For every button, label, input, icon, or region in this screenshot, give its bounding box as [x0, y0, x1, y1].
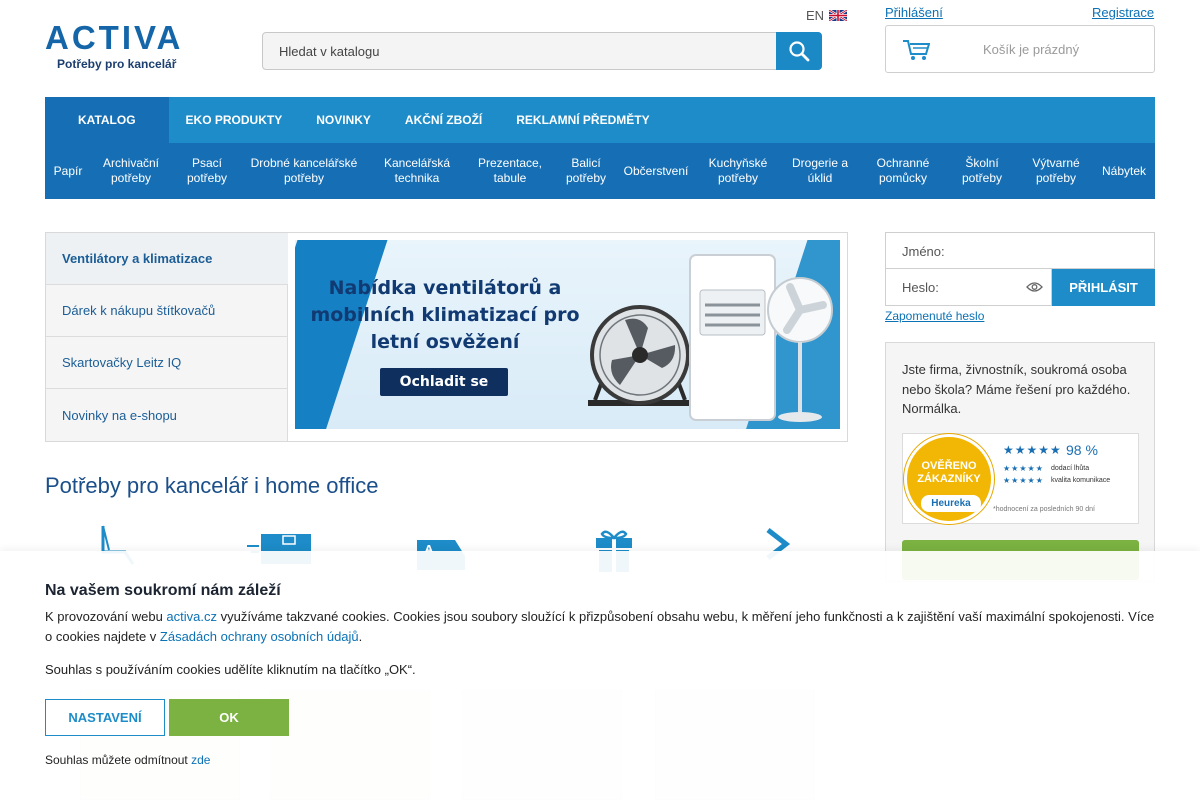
rating-label: kvalita komunikace [1051, 477, 1111, 484]
promo-item[interactable]: Novinky na e-shopu [46, 389, 288, 441]
login-form: Jméno: Heslo: PŘIHLÁSIT [885, 232, 1155, 306]
category-drobne-kancelarske-potreby[interactable]: Drobné kancelářské potřeby [244, 143, 364, 199]
login-submit-button[interactable]: PŘIHLÁSIT [1052, 269, 1155, 306]
banner-cta-button[interactable]: Ochladit se [380, 368, 508, 396]
fan-image [588, 305, 692, 406]
info-text: Jste firma, živnostník, soukromá osoba n… [902, 362, 1131, 416]
nav-reklamni-predmety[interactable]: REKLAMNÍ PŘEDMĚTY [499, 97, 666, 143]
nav-akcni-zbozi[interactable]: AKČNÍ ZBOŽÍ [388, 97, 499, 143]
search-input[interactable] [263, 33, 777, 69]
category-archivacni-potreby[interactable]: Archivační potřeby [96, 143, 166, 199]
seal-brand: Heureka [921, 495, 981, 512]
category-ochranne-pomucky[interactable]: Ochranné pomůcky [868, 143, 938, 199]
privacy-policy-link[interactable]: Zásadách ochrany osobních údajů [160, 629, 359, 644]
top-nav: KATALOG EKO PRODUKTY NOVINKY AKČNÍ ZBOŽÍ… [45, 97, 667, 143]
cookie-text-part: K provozování webu [45, 609, 167, 624]
username-field[interactable]: Jméno: [885, 232, 1155, 269]
promo-item[interactable]: Ventilátory a klimatizace [46, 233, 288, 285]
category-skolni-potreby[interactable]: Školní potřeby [957, 143, 1007, 199]
cart-status: Košík je prázdný [983, 42, 1080, 57]
nav-novinky[interactable]: NOVINKY [299, 97, 388, 143]
rating-stars-small: ★★★★★ [1003, 476, 1044, 485]
language-label: EN [806, 8, 825, 23]
rating-stars: ★★★★★ [1003, 443, 1062, 457]
promo-banner[interactable]: Nabídka ventilátorů a mobilních klimatiz… [295, 240, 840, 429]
cookie-decline-label: Souhlas můžete odmítnout [45, 753, 192, 767]
cookie-decline-link[interactable]: zde [191, 753, 210, 767]
language-switcher[interactable]: EN [806, 8, 848, 23]
banner-title: Nabídka ventilátorů a mobilních klimatiz… [310, 277, 580, 353]
nav-katalog[interactable]: KATALOG [45, 97, 169, 143]
category-nabytek[interactable]: Nábytek [1102, 143, 1146, 199]
activa-link[interactable]: activa.cz [166, 609, 217, 624]
username-input[interactable] [886, 233, 1154, 268]
category-prezentace-tabule[interactable]: Prezentace, tabule [473, 143, 548, 199]
heureka-badge[interactable]: OVĚŘENO ZÁKAZNÍKY Heureka ★★★★★ 98 % ★★★… [902, 433, 1139, 524]
logo[interactable]: ACTIVA Potřeby pro kancelář [45, 20, 195, 76]
cookie-consent-text: Souhlas s používáním cookies udělíte kli… [45, 662, 416, 677]
uk-flag-icon [829, 10, 848, 21]
heureka-seal: OVĚŘENO ZÁKAZNÍKY Heureka [904, 434, 994, 524]
logo-tagline: Potřeby pro kancelář [57, 57, 177, 71]
category-balici-potreby[interactable]: Balicí potřeby [561, 143, 611, 199]
standing-fan-image [767, 277, 833, 422]
nav-eko-produkty[interactable]: EKO PRODUKTY [169, 97, 300, 143]
category-psaci-potreby[interactable]: Psací potřeby [182, 143, 232, 199]
category-kancelarska-technika[interactable]: Kancelářská technika [377, 143, 457, 199]
rating-stars-small: ★★★★★ [1003, 464, 1044, 473]
page-heading: Potřeby pro kancelář i home office [45, 473, 379, 498]
rating-percent: 98 % [1066, 442, 1098, 458]
cookie-settings-button[interactable]: NASTAVENÍ [45, 699, 165, 736]
cookie-decline-text: Souhlas můžete odmítnout zde [45, 753, 210, 767]
rating-label: dodací lhůta [1051, 465, 1090, 472]
register-link[interactable]: Registrace [1092, 5, 1154, 20]
cart-icon [903, 40, 930, 60]
cookie-ok-button[interactable]: OK [169, 699, 289, 736]
category-nav: Papír Archivační potřeby Psací potřeby D… [45, 143, 1155, 199]
rating-note: *hodnocení za posledních 90 dní [993, 506, 1095, 513]
category-vytvarne-potreby[interactable]: Výtvarné potřeby [1026, 143, 1086, 199]
main-navigation: KATALOG EKO PRODUKTY NOVINKY AKČNÍ ZBOŽÍ… [45, 97, 1155, 199]
forgot-password-link[interactable]: Zapomenuté heslo [885, 309, 984, 323]
category-kuchynske-potreby[interactable]: Kuchyňské potřeby [703, 143, 773, 199]
info-box: Jste firma, živnostník, soukromá osoba n… [885, 342, 1155, 582]
promo-item[interactable]: Dárek k nákupu štítkovačů [46, 285, 288, 337]
cookie-title: Na vašem soukromí nám záleží [45, 582, 281, 599]
logo-wordmark: ACTIVA [45, 19, 184, 56]
cart-widget[interactable]: Košík je prázdný [885, 25, 1155, 73]
password-field[interactable]: Heslo: [885, 269, 1052, 306]
cookie-text-part: . [358, 629, 363, 644]
promo-item[interactable]: Skartovačky Leitz IQ [46, 337, 288, 389]
search-icon [789, 41, 810, 62]
promo-section: Ventilátory a klimatizace Dárek k nákupu… [45, 232, 848, 442]
search-bar [262, 32, 822, 70]
search-button[interactable] [776, 32, 822, 70]
category-papir[interactable]: Papír [54, 143, 83, 199]
category-drogerie-a-uklid[interactable]: Drogerie a úklid [785, 143, 855, 199]
seal-text: OVĚŘENO ZÁKAZNÍKY [917, 460, 981, 485]
cookie-banner: Na vašem soukromí nám záleží K provozová… [0, 551, 1200, 800]
cookie-text: K provozování webu activa.cz využíváme t… [45, 607, 1157, 647]
login-link[interactable]: Přihlášení [885, 5, 943, 20]
show-password-icon[interactable] [1026, 281, 1043, 293]
category-obcerstveni[interactable]: Občerstvení [624, 143, 689, 199]
promo-list: Ventilátory a klimatizace Dárek k nákupu… [46, 233, 288, 441]
